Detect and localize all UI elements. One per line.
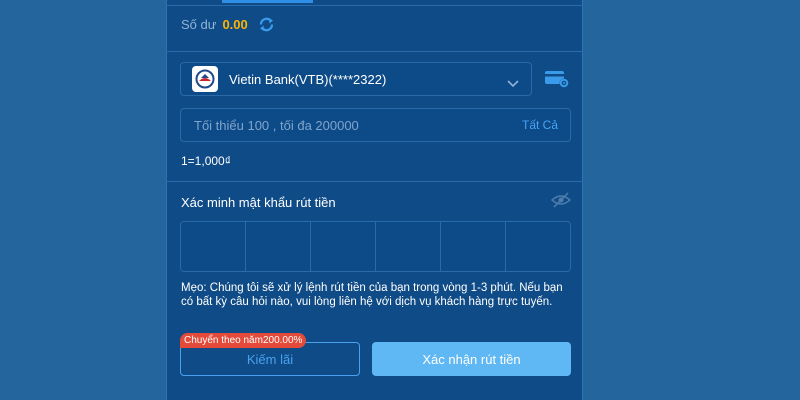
refresh-icon[interactable] [258, 16, 275, 33]
pin-digit-box[interactable] [506, 222, 570, 271]
withdraw-password-label: Xác minh mật khẩu rút tiền [181, 195, 336, 210]
pin-digit-box[interactable] [311, 222, 376, 271]
confirm-withdraw-button[interactable]: Xác nhận rút tiền [372, 342, 571, 376]
balance-row: Số dư 0.00 [181, 14, 275, 34]
withdraw-password-input[interactable] [180, 221, 571, 272]
amount-input[interactable] [181, 116, 522, 134]
exchange-rate: 1=1,000₫ [181, 154, 231, 168]
all-amount-link[interactable]: Tất Cả [522, 118, 558, 132]
pin-digit-box[interactable] [376, 222, 441, 271]
balance-value: 0.00 [222, 16, 248, 32]
eye-hidden-icon[interactable] [550, 192, 572, 208]
withdraw-tip: Mẹo: Chúng tôi sẽ xử lý lệnh rút tiền củ… [181, 282, 563, 308]
amount-field[interactable]: Tất Cả [180, 108, 571, 142]
tabs-divider [166, 5, 583, 6]
pin-digit-box[interactable] [441, 222, 506, 271]
section-divider [166, 181, 583, 182]
bank-account-select[interactable]: Vietin Bank(VTB)(****2322) [180, 62, 532, 96]
active-tab-indicator [222, 0, 313, 3]
balance-label: Số dư [181, 16, 217, 32]
pin-digit-box[interactable] [246, 222, 311, 271]
pin-digit-box[interactable] [181, 222, 246, 271]
bank-name: Vietin Bank(VTB)(****2322) [229, 71, 387, 87]
card-settings-icon[interactable] [544, 69, 570, 89]
bank-logo-icon [192, 66, 218, 92]
chevron-down-icon [507, 75, 519, 88]
promo-badge: Chuyển theo năm200.00% [180, 333, 307, 348]
section-divider [166, 51, 583, 52]
